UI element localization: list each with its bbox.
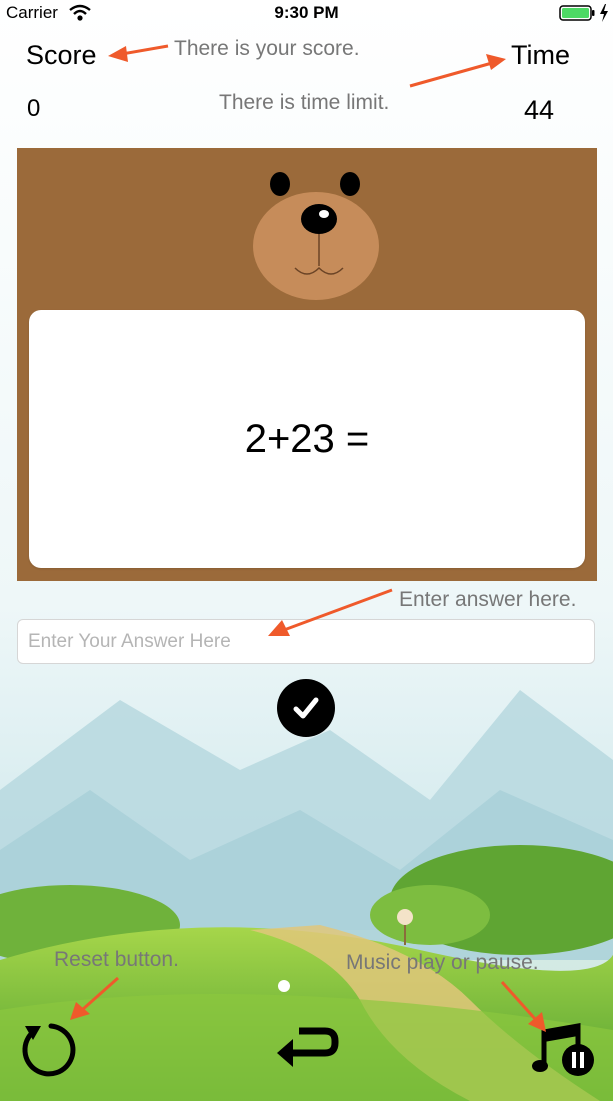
question-text: 2+23 = [244, 416, 370, 461]
answer-hint: Enter answer here. [399, 588, 577, 611]
return-button[interactable] [275, 1027, 341, 1073]
score-label: Score [26, 40, 97, 70]
submit-button[interactable] [277, 679, 335, 737]
score-value: 0 [27, 95, 41, 122]
music-hint: Music play or pause. [346, 951, 539, 974]
charging-bolt-icon [600, 4, 608, 22]
time-label: Time [511, 40, 570, 70]
time-hint: There is time limit. [219, 91, 390, 114]
bear-face-icon [253, 172, 379, 300]
music-pause-button[interactable] [532, 1022, 598, 1078]
answer-input[interactable] [17, 619, 595, 664]
score-hint: There is your score. [174, 37, 360, 60]
reset-button[interactable] [15, 1018, 79, 1082]
time-value: 44 [524, 95, 555, 125]
reset-hint: Reset button. [54, 948, 179, 971]
battery-icon [559, 5, 595, 21]
checkmark-icon [293, 697, 319, 719]
question-card: 2+23 = [29, 310, 585, 568]
status-time: 9:30 PM [274, 3, 339, 22]
